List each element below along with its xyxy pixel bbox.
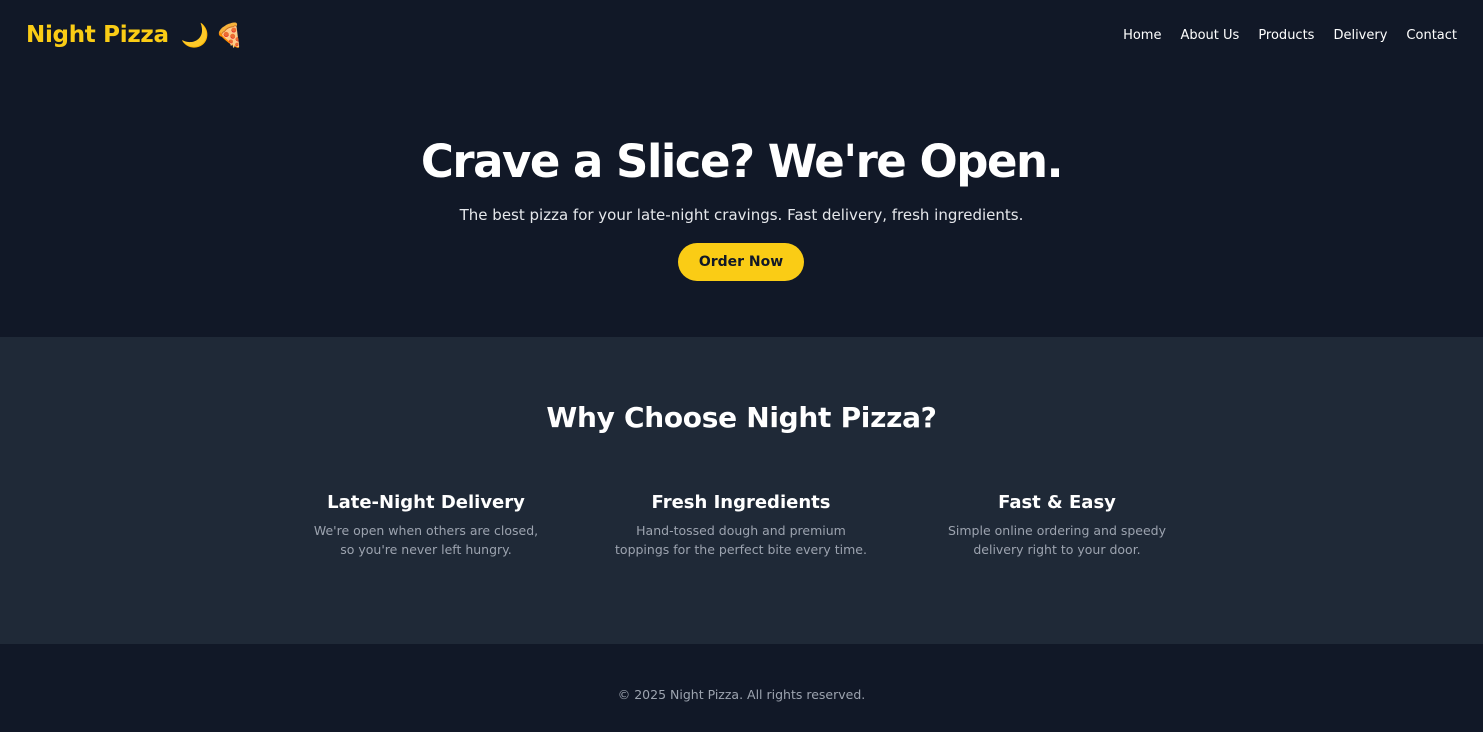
- feature-description: We're open when others are closed, so yo…: [313, 523, 539, 557]
- feature-description: Simple online ordering and speedy delive…: [947, 523, 1167, 557]
- nav-link-about-us[interactable]: About Us: [1180, 28, 1239, 43]
- nav-link-delivery[interactable]: Delivery: [1333, 28, 1387, 43]
- hero-title: Crave a Slice? We're Open.: [420, 135, 1064, 188]
- nav-links: Home About Us Products Delivery Contact: [1123, 28, 1457, 43]
- nav-link-home[interactable]: Home: [1123, 28, 1161, 43]
- footer-copyright: © 2025 Night Pizza. All rights reserved.: [617, 687, 866, 702]
- feature-fast-and-easy: Fast & Easy Simple online ordering and s…: [922, 492, 1192, 559]
- feature-title: Late-Night Delivery: [327, 492, 525, 513]
- nav-link-products[interactable]: Products: [1258, 28, 1314, 43]
- feature-late-night-delivery: Late-Night Delivery We're open when othe…: [291, 492, 561, 559]
- navbar: Night Pizza 🌙 🍕 Home About Us Products D…: [0, 0, 1483, 70]
- brand-icons: 🌙 🍕: [181, 22, 244, 49]
- hero-section: Crave a Slice? We're Open. The best pizz…: [0, 70, 1483, 337]
- feature-title: Fresh Ingredients: [651, 492, 831, 513]
- order-now-button[interactable]: Order Now: [678, 243, 804, 281]
- footer: © 2025 Night Pizza. All rights reserved.: [0, 644, 1483, 732]
- feature-description: Hand-tossed dough and premium toppings f…: [615, 523, 867, 557]
- features-section: Why Choose Night Pizza? Late-Night Deliv…: [0, 337, 1483, 644]
- moon-icon: 🌙: [180, 22, 210, 49]
- nav-link-contact[interactable]: Contact: [1406, 28, 1457, 43]
- brand-name: Night Pizza: [26, 22, 169, 48]
- feature-fresh-ingredients: Fresh Ingredients Hand-tossed dough and …: [606, 492, 876, 559]
- pizza-icon: 🍕: [215, 22, 244, 49]
- brand-logo[interactable]: Night Pizza 🌙 🍕: [26, 22, 244, 49]
- features-heading: Why Choose Night Pizza?: [546, 401, 937, 434]
- feature-title: Fast & Easy: [998, 492, 1116, 513]
- hero-subtitle: The best pizza for your late-night cravi…: [459, 206, 1024, 224]
